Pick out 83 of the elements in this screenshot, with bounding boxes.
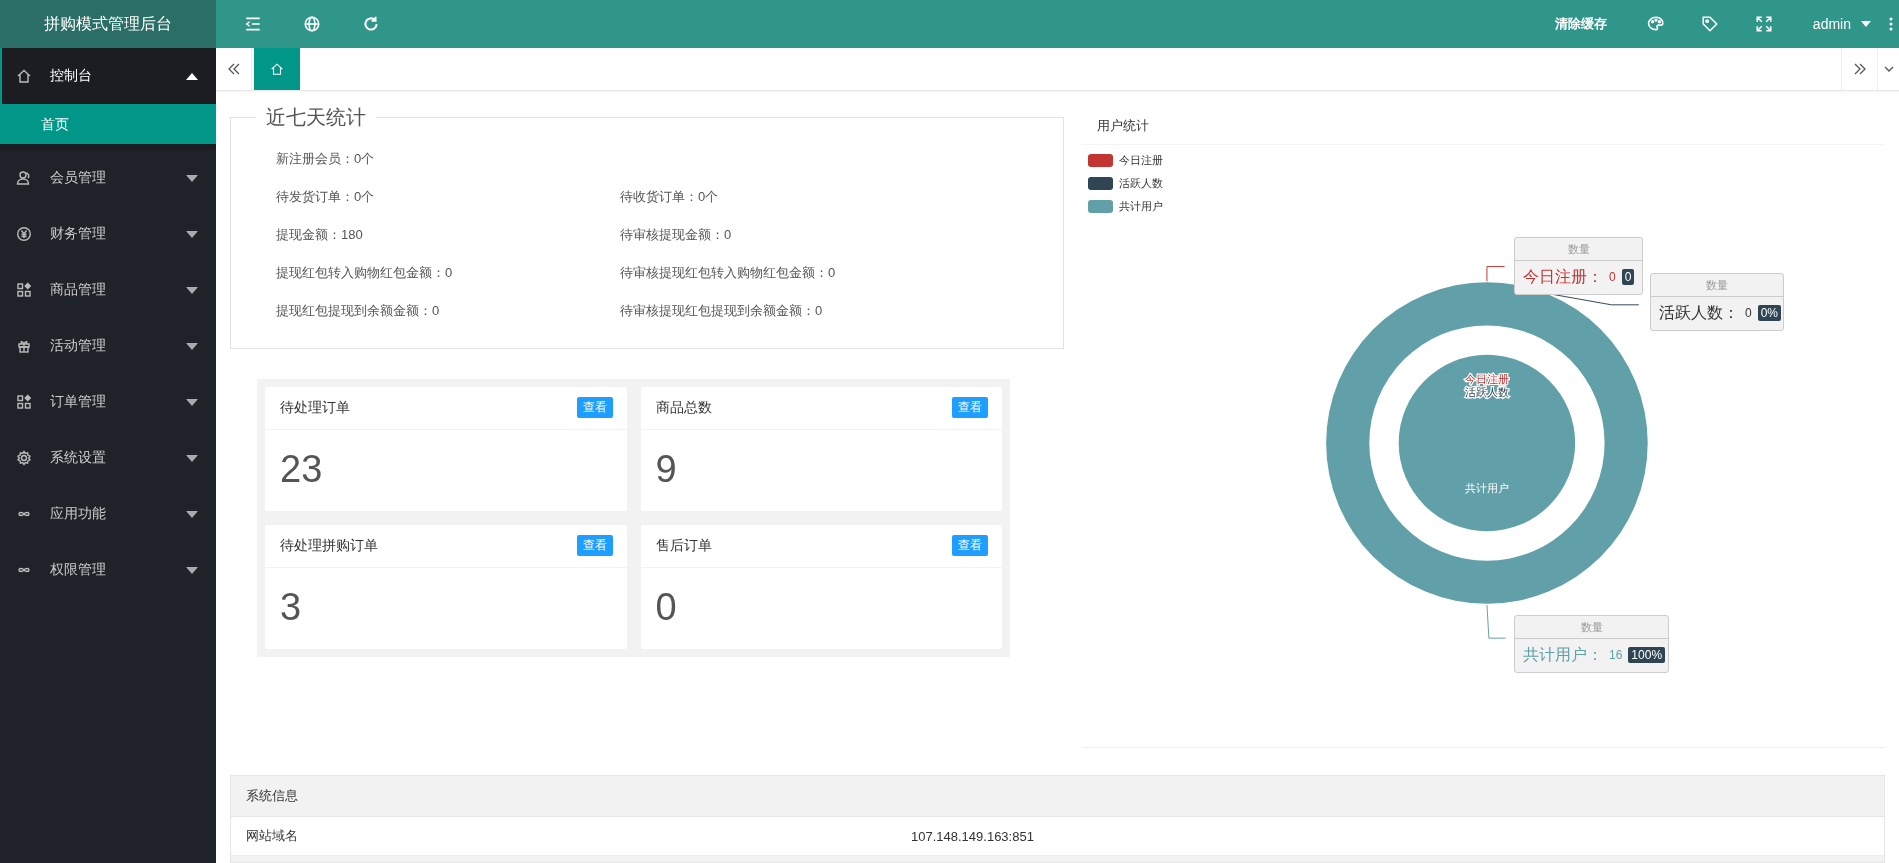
stat-text: 待收货订单：0个: [620, 187, 720, 206]
legend-label[interactable]: 共计用户: [1119, 198, 1163, 214]
caret-icon[interactable]: [1883, 64, 1894, 73]
tooltip-label: 今日注册：: [1523, 266, 1603, 287]
percent-badge: 0: [1621, 269, 1635, 286]
card-value: 3: [280, 585, 302, 628]
app-title: 拼购模式管理后台: [0, 0, 216, 48]
slice-label: 今日注册: [1464, 373, 1509, 386]
tooltip-title: 数量: [1580, 620, 1603, 633]
tag-icon[interactable]: [1700, 15, 1719, 33]
caret-icon[interactable]: [186, 454, 198, 462]
percent-badge: 0%: [1757, 305, 1782, 322]
card-title: 售后订单: [655, 536, 712, 555]
slice-label: 共计用户: [1464, 481, 1509, 494]
chevrons-right-icon[interactable]: [1852, 61, 1867, 76]
card-value: 23: [280, 447, 323, 490]
card-title: 待处理订单: [280, 398, 350, 417]
stat-text: 新注册会员：0个: [276, 149, 376, 168]
sidebar-item[interactable]: 财务管理: [50, 225, 186, 243]
stat-text: 提现金额：180: [276, 225, 364, 244]
stat-text: 待审核提现红包提现到余额金额：0: [620, 301, 824, 320]
chevrons-left-icon[interactable]: [226, 61, 241, 76]
tooltip-label: 活跃人数：: [1659, 302, 1739, 323]
leader-line: [1486, 265, 1506, 282]
legend-swatch[interactable]: [1088, 153, 1113, 167]
stat-text: 待发货订单：0个: [276, 187, 376, 206]
gift-icon: [16, 338, 32, 354]
card-title: 商品总数: [655, 398, 712, 417]
sidebar-item[interactable]: 系统设置: [50, 449, 186, 467]
tooltip-title: 数量: [1567, 242, 1590, 255]
globe-icon[interactable]: [303, 15, 321, 33]
more-icon[interactable]: [1889, 17, 1893, 31]
percent-badge: 100%: [1628, 647, 1666, 664]
table-title: 系统信息: [246, 787, 298, 805]
user-name[interactable]: admin: [1812, 16, 1851, 32]
stat-text: 待审核提现红包转入购物红包金额：0: [620, 263, 837, 282]
stat-text: 提现红包转入购物红包金额：0: [276, 263, 454, 282]
user-icon: [16, 170, 32, 186]
legend-label[interactable]: 今日注册: [1119, 152, 1163, 168]
tooltip-value: 0: [1609, 270, 1616, 285]
caret-icon[interactable]: [186, 174, 198, 182]
card-value: 9: [655, 447, 677, 490]
tooltip-value: 16: [1609, 648, 1623, 663]
card-title: 待处理拼购订单: [280, 536, 378, 555]
sidebar-item[interactable]: 应用功能: [50, 505, 186, 523]
stat-text: 待审核提现金额：0: [620, 225, 733, 244]
home-icon: [16, 68, 32, 84]
tooltip-label: 共计用户：: [1523, 644, 1603, 665]
caret-icon[interactable]: [186, 398, 198, 406]
sidebar-item[interactable]: 会员管理: [50, 169, 186, 187]
caret-icon[interactable]: [186, 286, 198, 294]
caret-icon[interactable]: [186, 566, 198, 574]
clear-cache-link[interactable]: 清除缓存: [1554, 15, 1607, 33]
table-cell: 107.148.149.163:851: [911, 828, 1034, 844]
leader-line: [1486, 604, 1507, 639]
sidebar-item[interactable]: 订单管理: [50, 393, 186, 411]
stat-text: 提现红包提现到余额金额：0: [276, 301, 441, 320]
palette-icon[interactable]: [1646, 15, 1665, 33]
sidebar-subitem[interactable]: 首页: [0, 104, 216, 144]
settings-icon: [16, 450, 32, 466]
sidebar-item[interactable]: 权限管理: [50, 561, 186, 579]
sidebar-item[interactable]: 商品管理: [50, 281, 186, 299]
yen-icon: [16, 226, 32, 242]
tooltip-value: 0: [1745, 306, 1752, 321]
grid-icon: [16, 282, 32, 298]
grid-icon: [16, 394, 32, 410]
caret-icon[interactable]: [186, 510, 198, 518]
caret-icon[interactable]: [186, 230, 198, 238]
panel-title: 用户统计: [1097, 116, 1149, 135]
home-icon[interactable]: [270, 61, 284, 76]
slice-label: 活跃人数: [1464, 385, 1509, 398]
sidebar-item[interactable]: 活动管理: [50, 337, 186, 355]
refresh-icon[interactable]: [362, 15, 380, 33]
table-cell-text: 网站域名: [245, 827, 299, 845]
legend-swatch[interactable]: [1088, 199, 1113, 213]
tooltip-title: 数量: [1706, 278, 1728, 291]
menu-icon[interactable]: [244, 15, 262, 33]
legend-swatch[interactable]: [1088, 176, 1113, 190]
fullscreen-icon[interactable]: [1754, 15, 1773, 33]
legend-label[interactable]: 活跃人数: [1119, 175, 1163, 191]
caret-icon[interactable]: [186, 342, 198, 350]
caret-icon[interactable]: [186, 72, 198, 80]
card-value: 0: [655, 585, 677, 628]
